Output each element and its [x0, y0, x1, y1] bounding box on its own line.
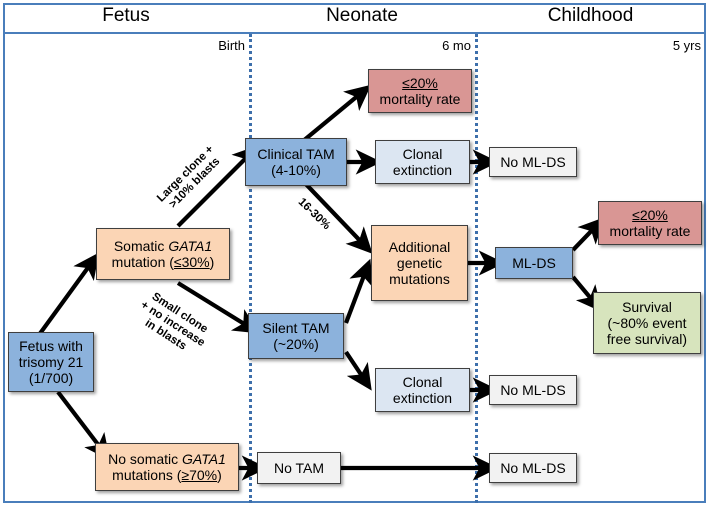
figure-root: Fetus Neonate Childhood Birth 6 mo 5 yrs	[0, 0, 709, 506]
node-clinical-tam[interactable]: Clinical TAM (4-10%)	[245, 138, 347, 186]
gene-name-gata1: GATA1	[168, 238, 213, 254]
node-no-ml-ds-no-tam[interactable]: No ML-DS	[489, 453, 577, 483]
node-ml-ds[interactable]: ML-DS	[495, 247, 573, 279]
node-additional-genetic-mutations[interactable]: Additional genetic mutations	[371, 225, 468, 301]
node-silent-tam[interactable]: Silent TAM (~20%)	[248, 313, 344, 359]
node-clonal-extinction-clinical[interactable]: Clonal extinction	[375, 140, 470, 184]
era-divider-birth	[249, 34, 252, 503]
era-boundary-6mo: 6 mo	[442, 38, 471, 53]
era-boundary-birth: Birth	[218, 38, 245, 53]
node-clonal-extinction-silent[interactable]: Clonal extinction	[375, 368, 470, 412]
node-no-tam[interactable]: No TAM	[257, 452, 341, 484]
node-mortality-rate-tam[interactable]: ≤20% mortality rate	[368, 69, 472, 113]
node-survival[interactable]: Survival (~80% event free survival)	[593, 292, 701, 354]
node-no-somatic-gata1-mutations[interactable]: No somatic GATA1 mutations (≥70%)	[95, 443, 239, 491]
node-no-ml-ds-silent[interactable]: No ML-DS	[489, 375, 577, 405]
era-title-fetus: Fetus	[102, 5, 150, 26]
node-mortality-rate-ml-ds[interactable]: ≤20% mortality rate	[598, 201, 702, 245]
node-somatic-gata1-mutation[interactable]: Somatic GATA1 mutation (≤30%)	[96, 228, 230, 280]
era-divider-6mo	[475, 34, 478, 503]
era-title-childhood: Childhood	[547, 5, 634, 26]
era-title-neonate: Neonate	[326, 5, 398, 26]
gene-name-gata1-alt: GATA1	[182, 451, 226, 467]
era-boundary-5yrs: 5 yrs	[672, 38, 701, 53]
node-fetus-with-trisomy-21[interactable]: Fetus with trisomy 21 (1/700)	[8, 332, 94, 392]
node-no-ml-ds-clinical[interactable]: No ML-DS	[489, 147, 577, 177]
